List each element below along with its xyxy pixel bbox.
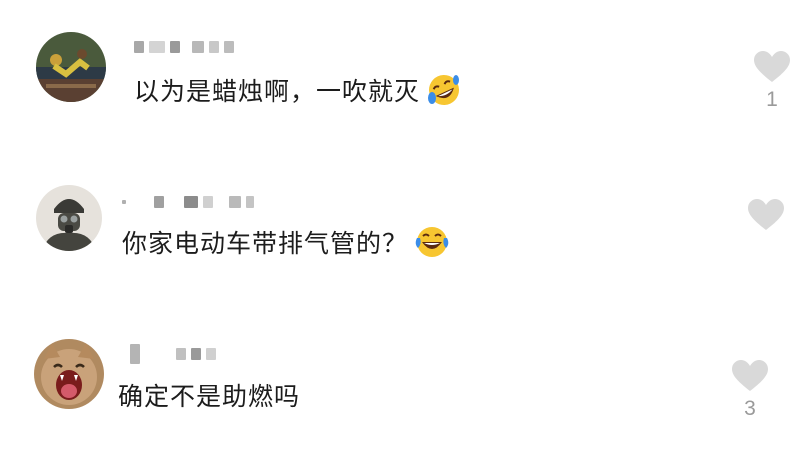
- runner-athlete-avatar[interactable]: [36, 32, 106, 102]
- comment-item: 以为是蜡烛啊，一吹就灭 1: [0, 0, 806, 130]
- heart-icon: [748, 199, 784, 230]
- heart-icon: [732, 360, 768, 391]
- comment-text-content: 以为是蜡烛啊，一吹就灭: [134, 77, 421, 106]
- screaming-cat-avatar[interactable]: [34, 339, 104, 409]
- comment-text: 以为是蜡烛啊，一吹就灭: [134, 70, 462, 110]
- like-button[interactable]: 1: [752, 50, 792, 112]
- comment-item: 你家电动车带排气管的？: [0, 170, 806, 290]
- gas-mask-soldier-avatar[interactable]: [36, 185, 102, 251]
- rolling-on-floor-laughing-emoji: [426, 72, 462, 108]
- comment-item: 确定不是助燃吗 3: [0, 325, 806, 455]
- comment-text-content: 确定不是助燃吗: [118, 382, 301, 411]
- username-redacted[interactable]: [122, 193, 259, 211]
- comment-text-content: 你家电动车带排气管的？: [122, 229, 409, 258]
- username-redacted[interactable]: [130, 344, 221, 364]
- like-button[interactable]: [746, 198, 786, 236]
- like-count: 3: [744, 397, 756, 420]
- tears-of-joy-emoji: [414, 224, 450, 260]
- comment-text: 你家电动车带排气管的？: [122, 222, 450, 262]
- like-count: 1: [766, 88, 778, 111]
- comment-list: 以为是蜡烛啊，一吹就灭 1 你家电动车带排气管的？ 确定不是助燃吗 3: [0, 0, 806, 455]
- like-button[interactable]: 3: [730, 359, 770, 421]
- heart-icon: [754, 51, 790, 82]
- username-redacted[interactable]: [134, 38, 239, 56]
- comment-text: 确定不是助燃吗: [118, 375, 300, 415]
